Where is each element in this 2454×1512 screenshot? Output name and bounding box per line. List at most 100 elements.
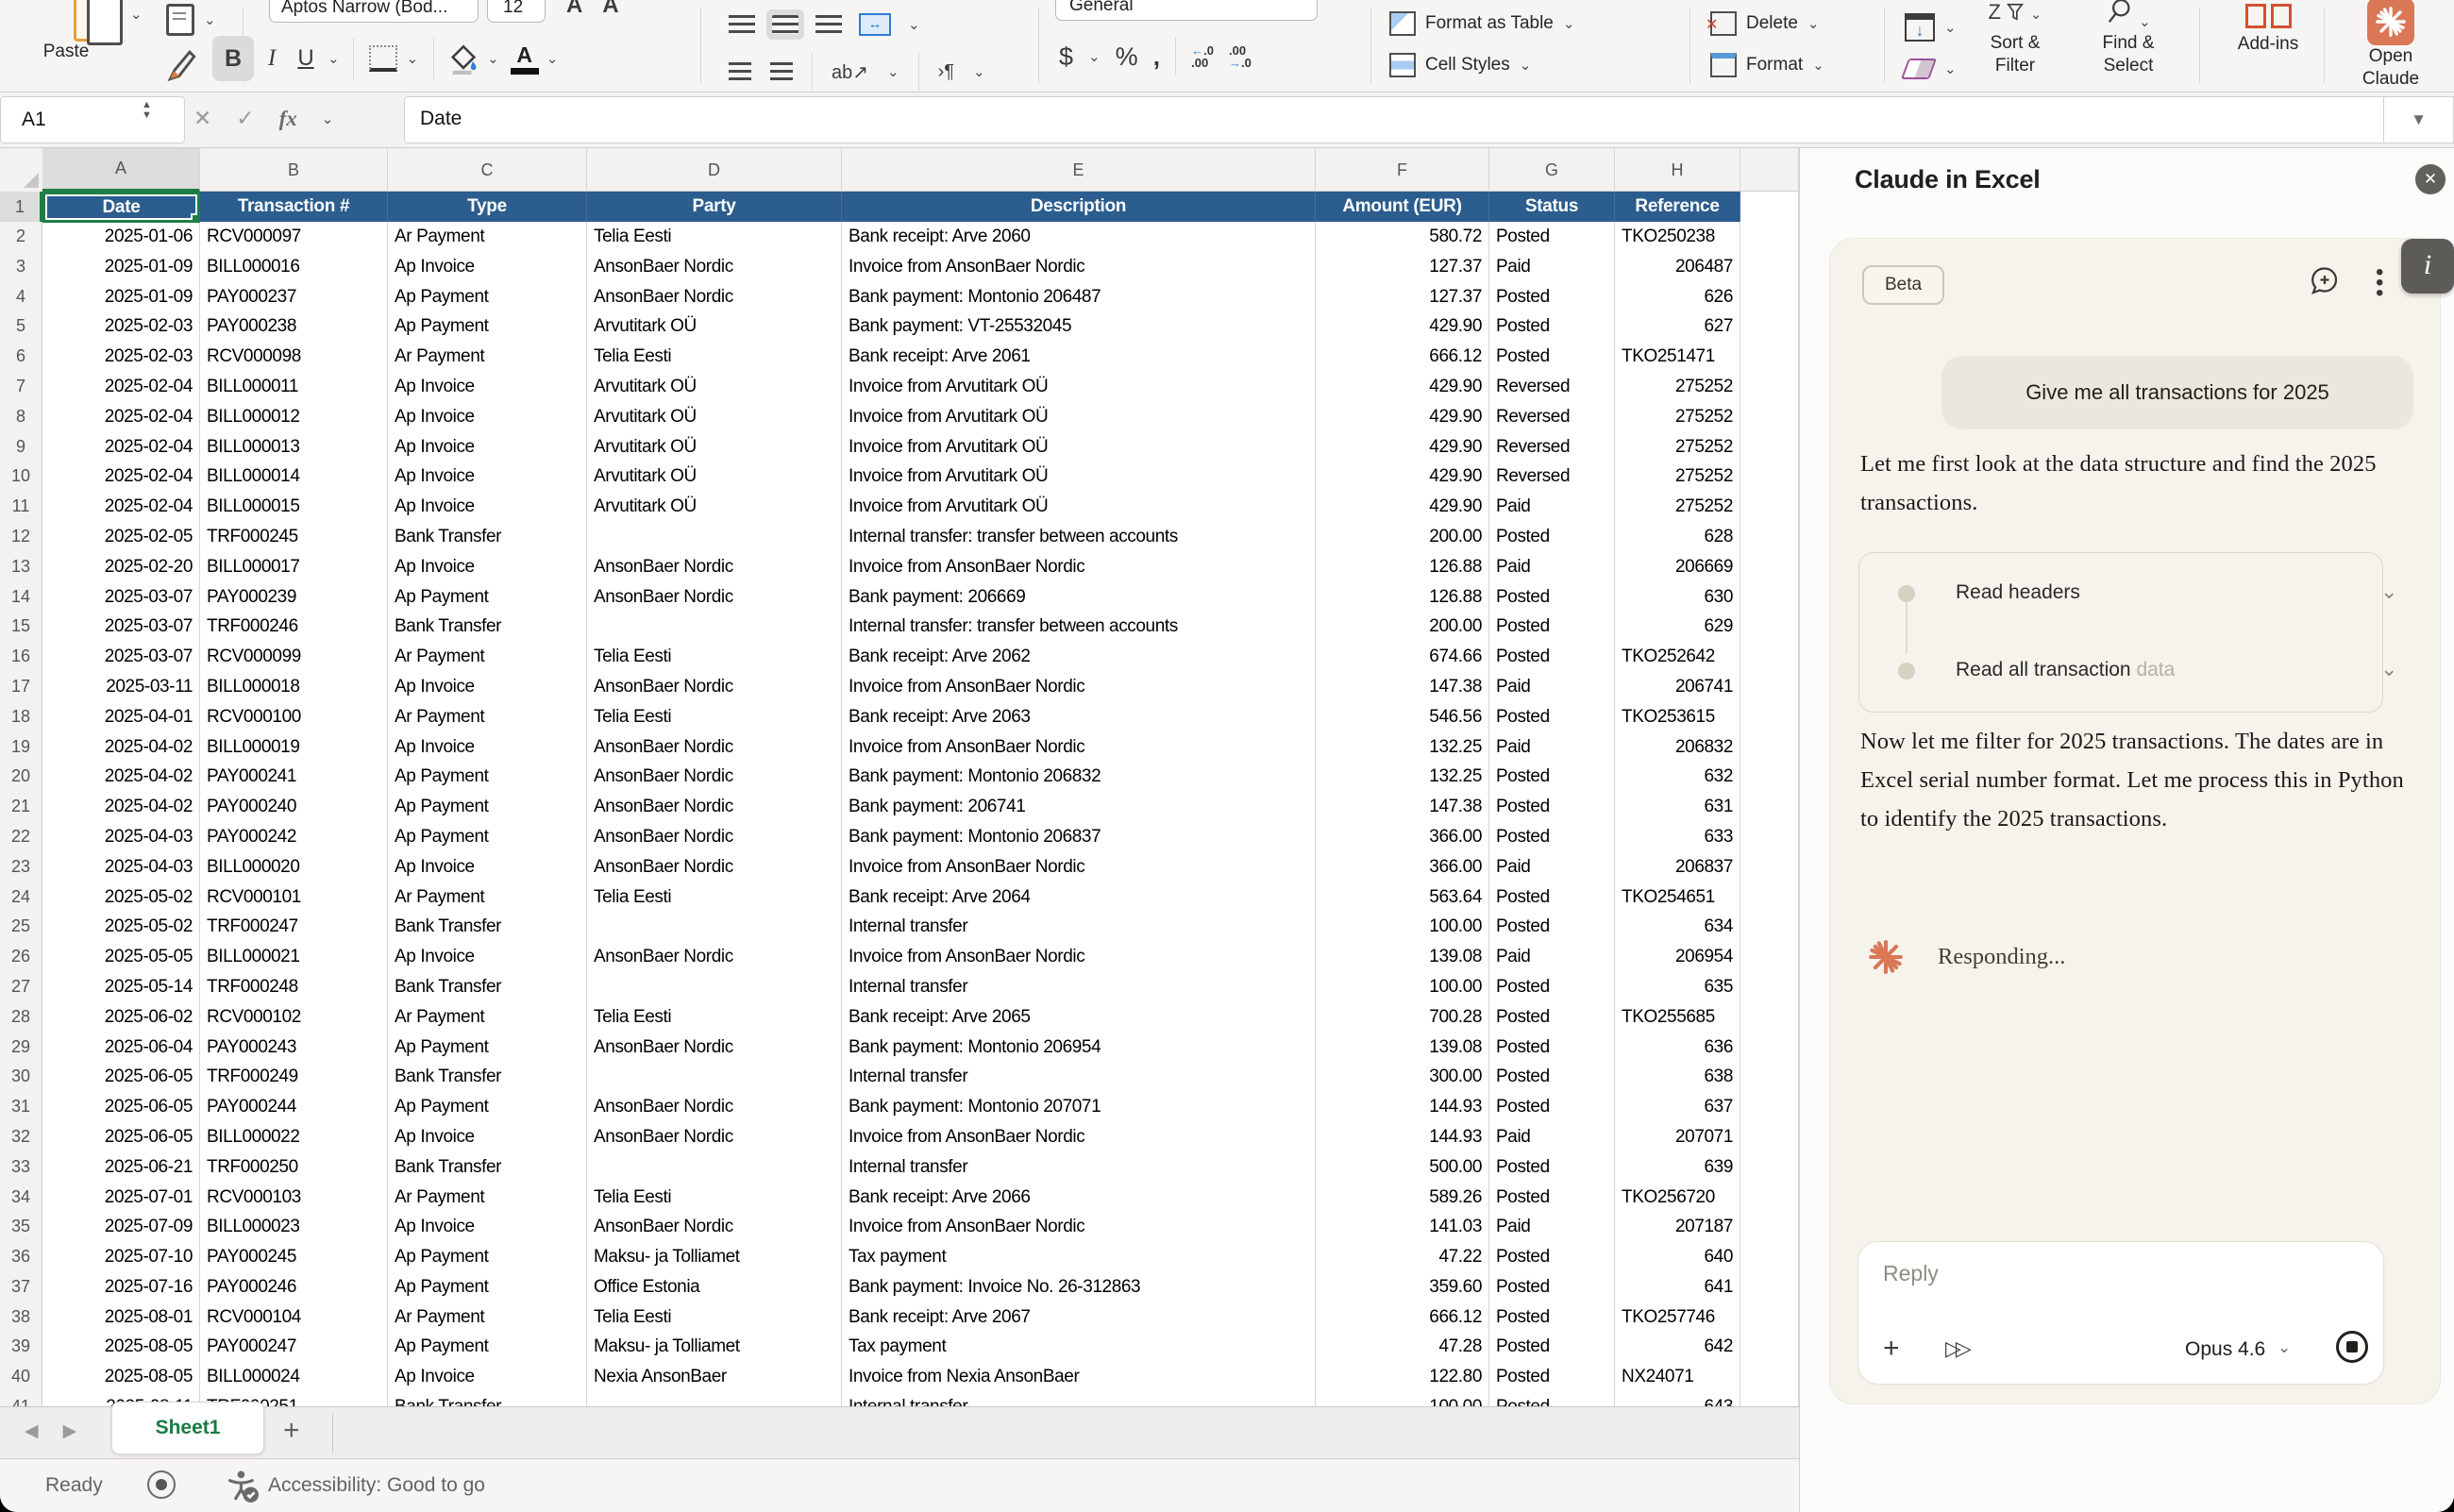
cell-reference[interactable]: 626 bbox=[1615, 282, 1740, 313]
cell-date[interactable]: 2025-08-01 bbox=[42, 1302, 200, 1334]
fill-down-icon[interactable]: ↓ bbox=[1905, 13, 1935, 42]
cell-party[interactable]: AnsonBaer Nordic bbox=[587, 1122, 842, 1153]
cell-description[interactable]: Internal transfer bbox=[842, 1392, 1316, 1406]
cell-status[interactable]: Posted bbox=[1489, 822, 1615, 853]
cell-type[interactable]: Bank Transfer bbox=[388, 912, 587, 943]
cell-date[interactable]: 2025-05-02 bbox=[42, 912, 200, 943]
cell-transaction[interactable]: TRF000248 bbox=[200, 972, 388, 1003]
cell-empty[interactable] bbox=[1740, 1272, 1799, 1303]
merge-center-icon[interactable]: ↔ bbox=[859, 13, 891, 36]
cell-reference[interactable]: 206832 bbox=[1615, 732, 1740, 764]
cell-reference[interactable]: 206741 bbox=[1615, 672, 1740, 703]
cell-date[interactable]: 2025-08-05 bbox=[42, 1332, 200, 1363]
column-header-a[interactable]: A bbox=[42, 148, 200, 192]
copy-chevron[interactable]: ⌄ bbox=[204, 11, 216, 28]
cell-empty[interactable] bbox=[1740, 1332, 1799, 1363]
cell-date[interactable]: 2025-02-20 bbox=[42, 552, 200, 583]
cell-reference[interactable]: 206669 bbox=[1615, 552, 1740, 583]
cell-amount[interactable]: 127.37 bbox=[1316, 252, 1489, 283]
cell-type[interactable]: Ap Payment bbox=[388, 1272, 587, 1303]
cell-date[interactable]: 2025-06-05 bbox=[42, 1062, 200, 1093]
cell-transaction[interactable]: RCV000100 bbox=[200, 702, 388, 733]
cell-party[interactable]: AnsonBaer Nordic bbox=[587, 732, 842, 764]
cell-transaction[interactable]: RCV000101 bbox=[200, 882, 388, 914]
cell-description[interactable]: Bank payment: Montonio 206837 bbox=[842, 822, 1316, 853]
cell-description[interactable]: Bank receipt: Arve 2064 bbox=[842, 882, 1316, 914]
cell-type[interactable]: Ar Payment bbox=[388, 642, 587, 673]
delete-button[interactable]: Delete⌄ bbox=[1710, 11, 1820, 36]
row-number[interactable]: 31 bbox=[0, 1092, 42, 1123]
open-claude-button[interactable]: OpenClaude bbox=[2339, 0, 2443, 91]
cell-reference[interactable]: TKO251471 bbox=[1615, 342, 1740, 373]
cell-status[interactable]: Posted bbox=[1489, 702, 1615, 733]
cell-transaction[interactable]: BILL000011 bbox=[200, 372, 388, 403]
cell-reference[interactable]: 629 bbox=[1615, 612, 1740, 643]
cell-type[interactable]: Ar Payment bbox=[388, 222, 587, 253]
cell-empty[interactable] bbox=[1740, 372, 1799, 403]
cell-description[interactable]: Bank payment: Montonio 206487 bbox=[842, 282, 1316, 313]
cell-reference[interactable]: 640 bbox=[1615, 1242, 1740, 1273]
cell-party[interactable]: Telia Eesti bbox=[587, 1183, 842, 1214]
cell-amount[interactable]: 700.28 bbox=[1316, 1002, 1489, 1033]
info-icon[interactable]: i bbox=[2401, 239, 2454, 294]
cell-amount[interactable]: 141.03 bbox=[1316, 1212, 1489, 1243]
cell-party[interactable] bbox=[587, 612, 842, 643]
cell-transaction[interactable]: BILL000024 bbox=[200, 1362, 388, 1393]
cell-description[interactable]: Invoice from AnsonBaer Nordic bbox=[842, 852, 1316, 883]
clear-chevron[interactable]: ⌄ bbox=[1944, 60, 1957, 77]
cell-date[interactable]: 2025-03-07 bbox=[42, 612, 200, 643]
row-number[interactable]: 15 bbox=[0, 612, 42, 643]
cell-description[interactable]: Internal transfer bbox=[842, 1062, 1316, 1093]
stop-icon[interactable] bbox=[2336, 1331, 2368, 1363]
cell-date[interactable]: 2025-06-21 bbox=[42, 1152, 200, 1184]
row-number[interactable]: 16 bbox=[0, 642, 42, 673]
cell-amount[interactable]: 674.66 bbox=[1316, 642, 1489, 673]
tool-step[interactable]: Read headers ⌄ bbox=[1859, 570, 2382, 617]
cell-empty[interactable] bbox=[1740, 1152, 1799, 1184]
decrease-indent-icon[interactable] bbox=[729, 62, 751, 81]
cell-description[interactable]: Invoice from Arvutitark OÜ bbox=[842, 492, 1316, 523]
cell-party[interactable]: AnsonBaer Nordic bbox=[587, 762, 842, 793]
cell-description[interactable]: Tax payment bbox=[842, 1332, 1316, 1363]
cell-date[interactable]: 2025-04-02 bbox=[42, 762, 200, 793]
chevron-down-icon[interactable]: ⌄ bbox=[2380, 657, 2397, 681]
cell-empty[interactable] bbox=[1740, 582, 1799, 613]
cell-party[interactable]: AnsonBaer Nordic bbox=[587, 552, 842, 583]
cell-description[interactable]: Invoice from Arvutitark OÜ bbox=[842, 372, 1316, 403]
cell-status[interactable]: Posted bbox=[1489, 222, 1615, 253]
cell-status[interactable]: Posted bbox=[1489, 612, 1615, 643]
fill-color-chevron[interactable]: ⌄ bbox=[487, 50, 499, 67]
cell-a1-selected[interactable]: Date bbox=[42, 192, 200, 223]
cell-transaction[interactable]: TRF000250 bbox=[200, 1152, 388, 1184]
chevron-down-icon[interactable]: ⌄ bbox=[2380, 580, 2397, 604]
cell-type[interactable]: Ap Invoice bbox=[388, 672, 587, 703]
underline-button[interactable]: U bbox=[290, 45, 322, 72]
cell-party[interactable]: Arvutitark OÜ bbox=[587, 432, 842, 463]
cell-transaction[interactable]: TRF000249 bbox=[200, 1062, 388, 1093]
row-number[interactable]: 30 bbox=[0, 1062, 42, 1093]
paste-button[interactable]: Paste bbox=[28, 42, 104, 62]
prev-sheet-icon[interactable]: ◀ bbox=[25, 1421, 63, 1441]
cell-amount[interactable]: 139.08 bbox=[1316, 1033, 1489, 1064]
cell-empty[interactable] bbox=[1740, 1122, 1799, 1153]
cell-party[interactable]: Telia Eesti bbox=[587, 1002, 842, 1033]
wrap-text-icon[interactable]: ›¶ bbox=[938, 61, 954, 83]
row-number[interactable]: 22 bbox=[0, 822, 42, 853]
font-name-select[interactable]: Aptos Narrow (Bod... bbox=[269, 0, 479, 23]
cell-transaction[interactable]: BILL000016 bbox=[200, 252, 388, 283]
cell-status[interactable]: Posted bbox=[1489, 762, 1615, 793]
row-number[interactable]: 2 bbox=[0, 222, 42, 253]
cell-party[interactable] bbox=[587, 1392, 842, 1406]
cell-status[interactable]: Posted bbox=[1489, 1242, 1615, 1273]
add-ins-button[interactable]: Add-ins bbox=[2216, 4, 2320, 56]
cell-date[interactable]: 2025-04-01 bbox=[42, 702, 200, 733]
cell-reference[interactable]: 275252 bbox=[1615, 432, 1740, 463]
cell-reference[interactable]: TKO254651 bbox=[1615, 882, 1740, 914]
cell-date[interactable]: 2025-06-05 bbox=[42, 1092, 200, 1123]
cell-description[interactable]: Bank payment: Montonio 206832 bbox=[842, 762, 1316, 793]
cell-transaction[interactable]: BILL000018 bbox=[200, 672, 388, 703]
row-number[interactable]: 4 bbox=[0, 282, 42, 313]
text-orientation-icon[interactable]: ab↗ bbox=[832, 60, 868, 84]
cell-status[interactable]: Posted bbox=[1489, 1332, 1615, 1363]
cell-party[interactable]: AnsonBaer Nordic bbox=[587, 1092, 842, 1123]
